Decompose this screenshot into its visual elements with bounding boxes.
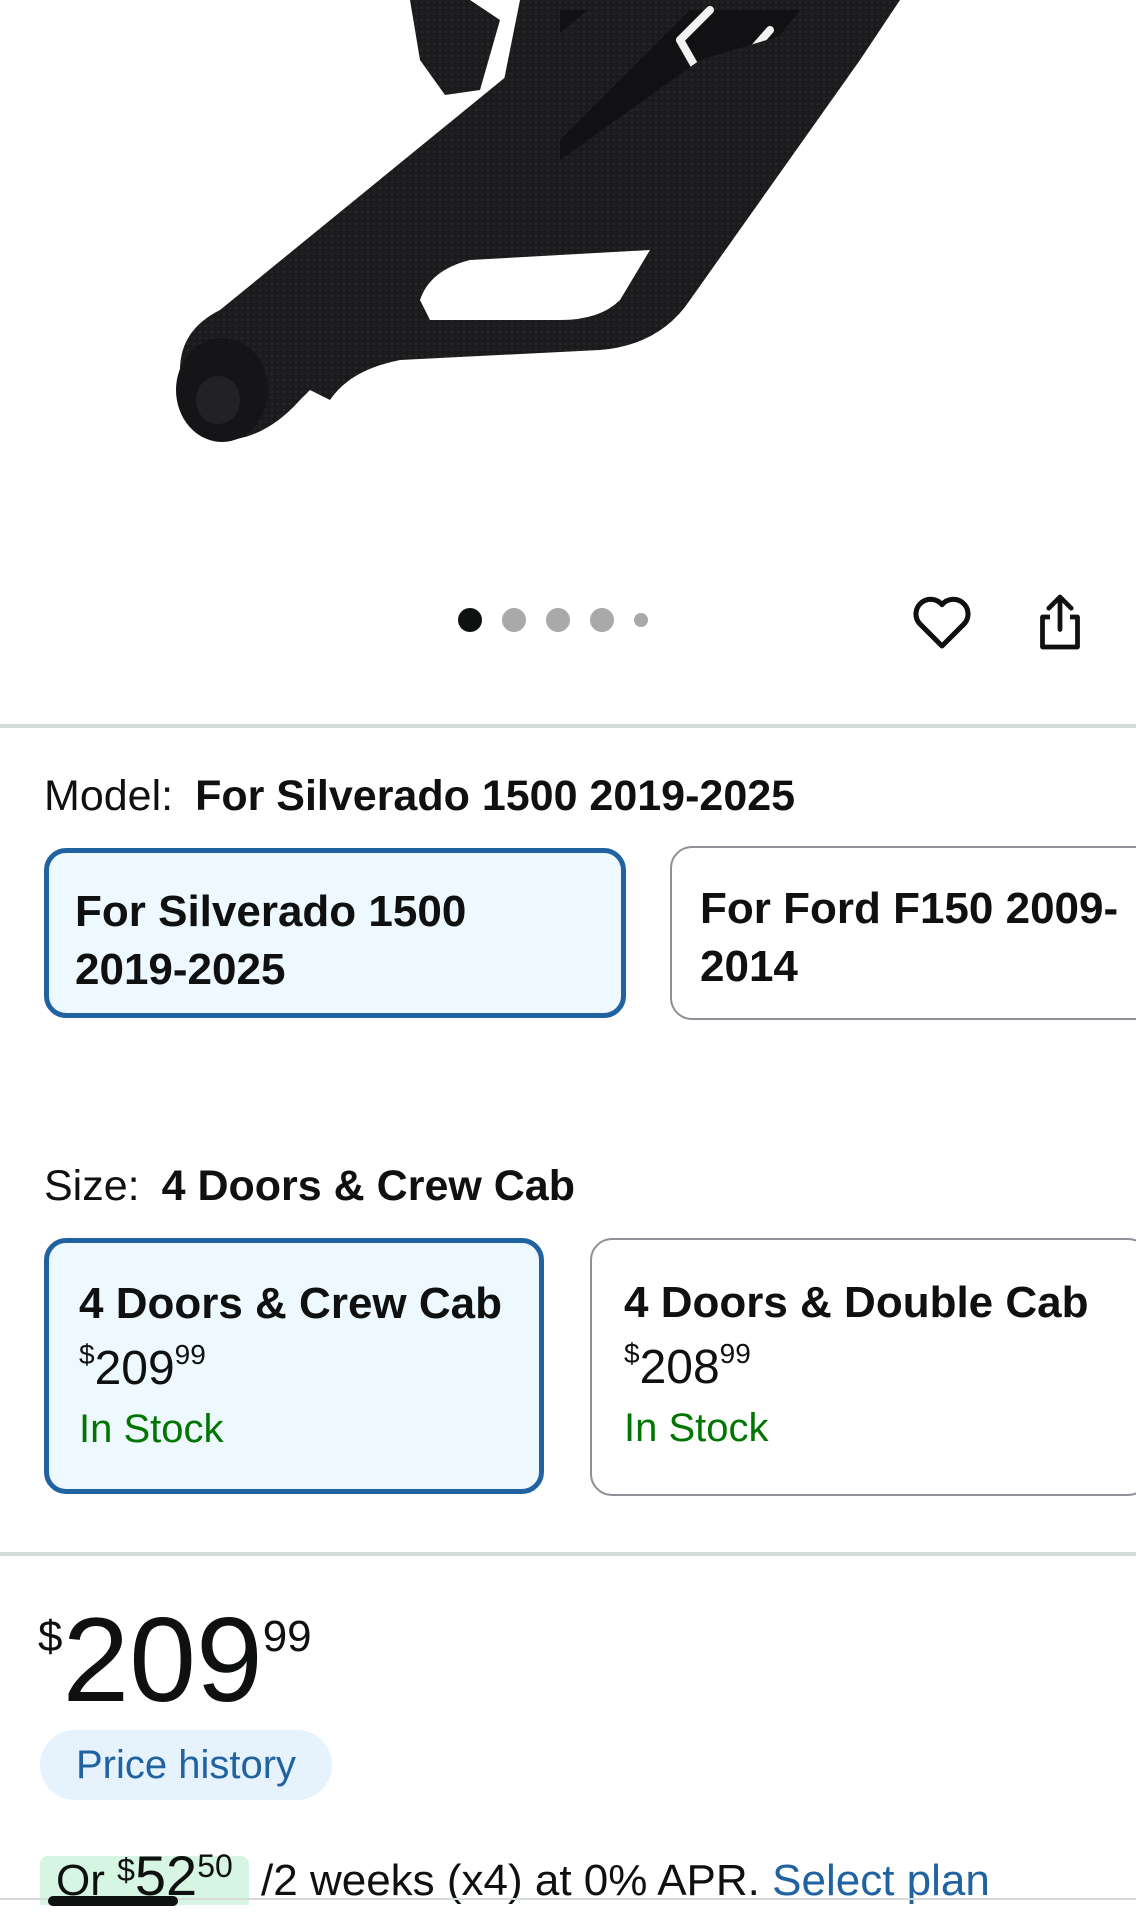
size-option-crew-cab[interactable]: 4 Doors & Crew Cab $20999 In Stock [44,1238,544,1494]
section-divider [0,1552,1136,1556]
share-icon [1040,594,1080,650]
product-image[interactable] [0,0,1136,580]
size-option-stock: In Stock [79,1407,224,1451]
section-divider [0,724,1136,728]
carousel-dot-1[interactable] [458,608,482,632]
model-label: Model: [44,772,174,820]
carousel-dot-4[interactable] [590,608,614,632]
size-label: Size: [44,1162,140,1210]
model-option-line1: For Ford F150 2009- [700,884,1119,933]
size-option-name: 4 Doors & Crew Cab [79,1279,502,1328]
size-selected-value: 4 Doors & Crew Cab [161,1162,575,1210]
model-option-line1: For Silverado 1500 [75,887,467,936]
size-option-name: 4 Doors & Double Cab [624,1278,1089,1327]
size-label-row: Size: 4 Doors & Crew Cab [44,1160,575,1212]
favorite-button[interactable] [906,586,978,658]
bottom-indicator [48,1896,178,1906]
carousel-dot-5[interactable] [634,613,648,627]
size-option-stock: In Stock [624,1406,769,1450]
share-button[interactable] [1024,586,1096,658]
price-history-button[interactable]: Price history [40,1730,333,1800]
model-label-row: Model: For Silverado 1500 2019-2025 [44,770,795,822]
model-option-silverado[interactable]: For Silverado 1500 2019-2025 [44,848,626,1018]
carousel-dot-2[interactable] [502,608,526,632]
model-option-line2: 2014 [700,942,798,991]
size-option-double-cab[interactable]: 4 Doors & Double Cab $20899 In Stock [590,1238,1136,1496]
model-option-ford-f150[interactable]: For Ford F150 2009- 2014 [670,846,1136,1020]
price-currency: $ [38,1612,63,1661]
size-option-price: $20999 [79,1339,206,1396]
image-carousel-dots[interactable] [458,608,648,632]
heart-icon [913,596,971,649]
size-option-price: $20899 [624,1338,751,1395]
price-whole: 209 [62,1593,263,1727]
model-selected-value: For Silverado 1500 2019-2025 [195,772,796,820]
price-fraction: 99 [262,1612,312,1661]
product-price: $20999 [38,1600,312,1720]
carousel-dot-3[interactable] [546,608,570,632]
model-option-line2: 2019-2025 [75,945,286,994]
